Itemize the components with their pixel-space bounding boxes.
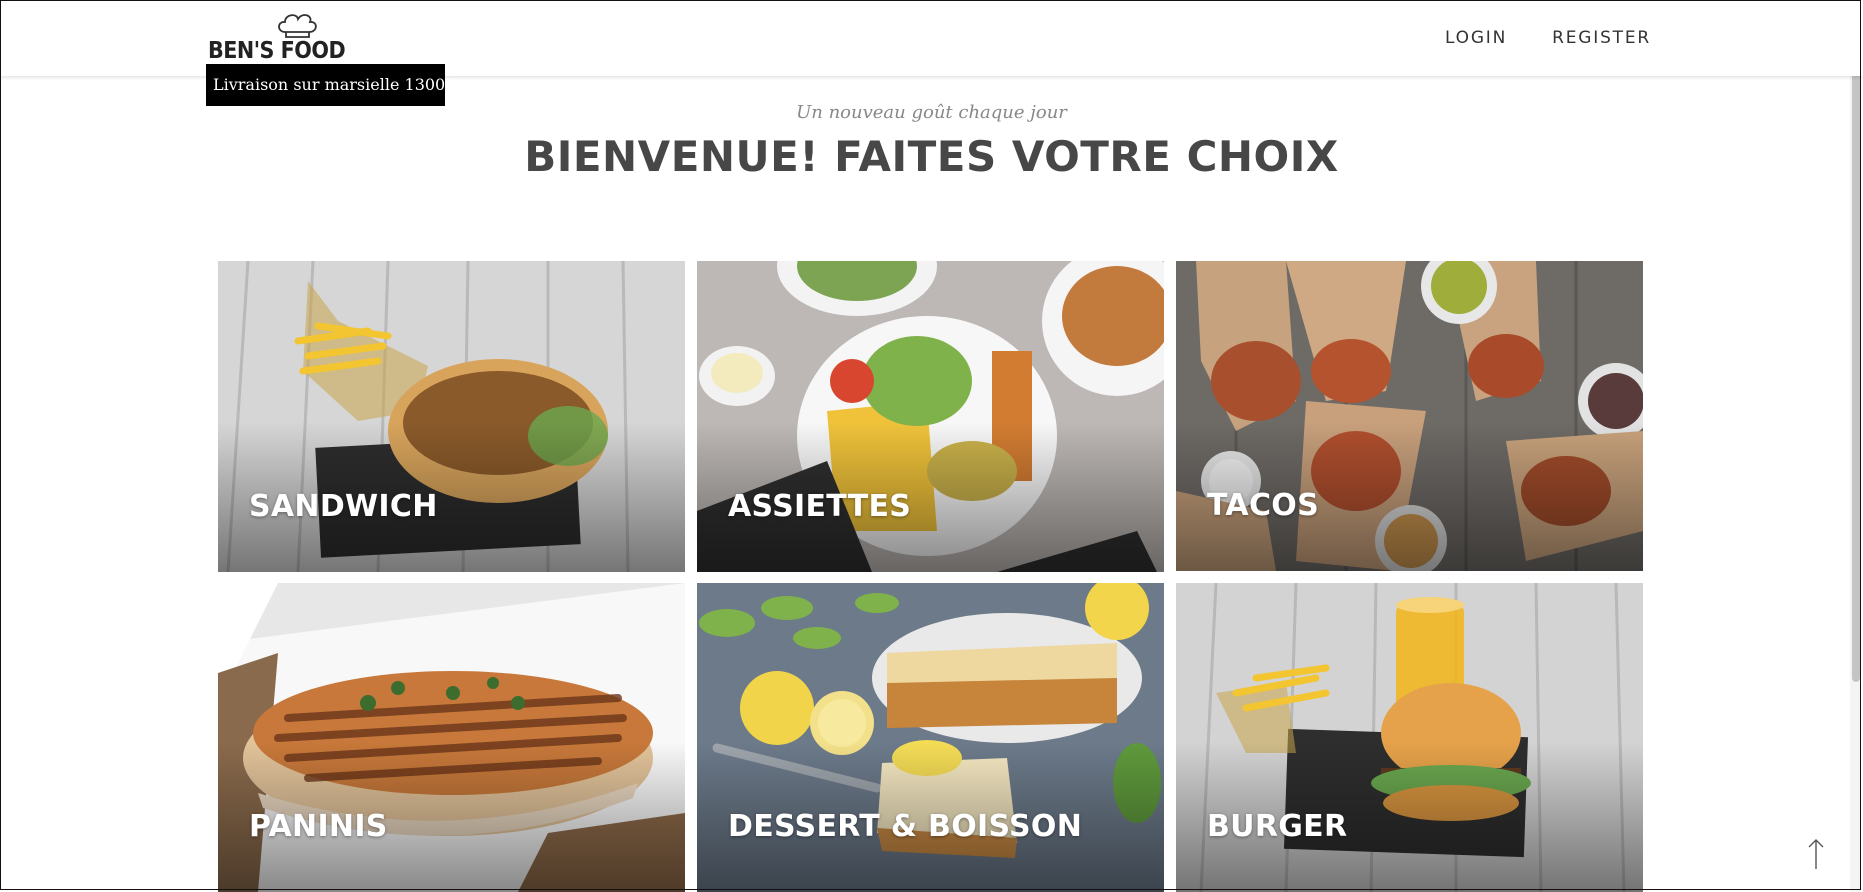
category-tile-sandwich[interactable]: SANDWICH	[218, 261, 685, 572]
category-label: DESSERT & BOISSON	[728, 809, 1083, 844]
hero-title: BIENVENUE! FAITES VOTRE CHOIX	[524, 132, 1339, 181]
brand-logo[interactable]: BEN'S FOOD	[208, 12, 346, 66]
category-tile-tacos[interactable]: TACOS	[1176, 261, 1643, 571]
scrollbar-thumb[interactable]	[1852, 2, 1860, 682]
category-tile-burger[interactable]: BURGER	[1176, 583, 1643, 892]
category-label: BURGER	[1207, 809, 1348, 844]
chef-hat-icon	[278, 14, 317, 38]
page-scrollbar[interactable]	[1850, 0, 1860, 892]
category-label: PANINIS	[249, 809, 388, 844]
category-label: TACOS	[1207, 488, 1319, 523]
login-link[interactable]: LOGIN	[1445, 28, 1507, 48]
category-tile-paninis[interactable]: PANINIS	[218, 583, 685, 892]
delivery-banner: Livraison sur marsielle 13002	[206, 64, 455, 106]
category-label: SANDWICH	[249, 489, 438, 524]
category-tile-dessert-boisson[interactable]: DESSERT & BOISSON	[697, 583, 1164, 892]
logo-text: BEN'S FOOD	[208, 38, 346, 64]
category-label: ASSIETTES	[728, 489, 912, 524]
category-tile-assiettes[interactable]: ASSIETTES	[697, 261, 1164, 572]
arrow-up-icon[interactable]	[1806, 837, 1826, 871]
register-link[interactable]: REGISTER	[1552, 28, 1651, 48]
main-nav: LOGIN REGISTER	[1445, 28, 1651, 48]
